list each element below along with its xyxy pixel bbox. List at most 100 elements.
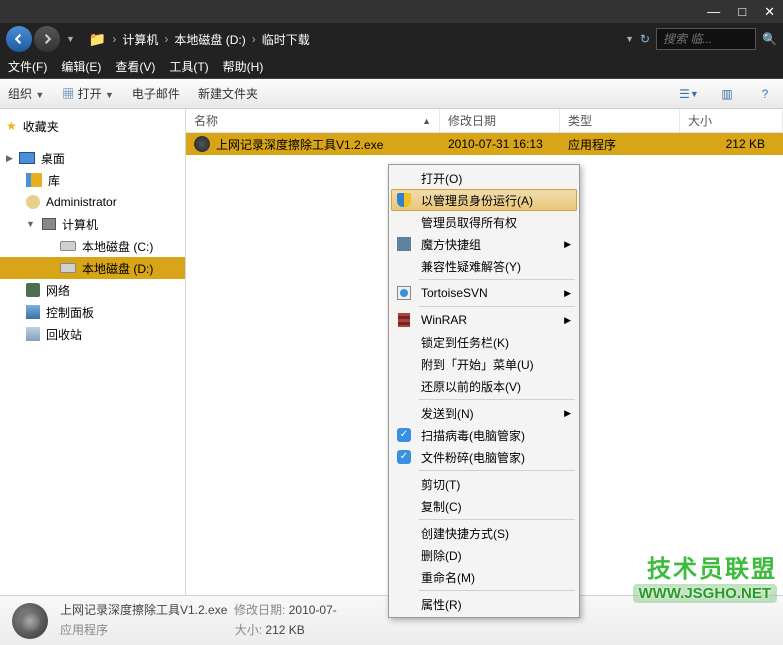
view-mode-icon[interactable]: ☰ ▼ [679,84,699,104]
context-item[interactable]: ✓扫描病毒(电脑管家) [391,424,577,446]
context-item[interactable]: 管理员取得所有权 [391,211,577,233]
tree-label: 计算机 [62,216,98,233]
organize-button[interactable]: 组织 ▼ [8,85,44,102]
context-separator [419,470,575,471]
context-item[interactable]: 复制(C) [391,495,577,517]
context-item-label: 文件粉碎(电脑管家) [421,449,525,466]
column-date[interactable]: 修改日期 [440,109,560,132]
tree-favorites[interactable]: ★ 收藏夹 [0,115,185,137]
context-item[interactable]: 还原以前的版本(V) [391,375,577,397]
context-item-label: 属性(R) [421,596,462,613]
minimize-button[interactable]: — [707,4,720,19]
context-item-label: WinRAR [421,313,467,327]
breadcrumb[interactable]: 📁 › 计算机 › 本地磁盘 (D:) › 临时下载 [81,31,623,48]
status-text: 上网记录深度擦除工具V1.2.exe 修改日期: 2010-07- 应用程序 大… [60,601,337,639]
preview-pane-icon[interactable]: ▥ [717,84,737,104]
context-item[interactable]: 重命名(M) [391,566,577,588]
file-row[interactable]: 上网记录深度擦除工具V1.2.exe 2010-07-31 16:13 应用程序… [186,133,783,155]
context-separator [419,399,575,400]
breadcrumb-segment[interactable]: 计算机 [122,31,158,48]
library-icon [26,173,42,187]
context-separator [419,590,575,591]
desktop-icon [19,152,35,164]
control-panel-icon [26,305,40,319]
tree-item[interactable]: 本地磁盘 (C:) [0,235,185,257]
context-item-label: 删除(D) [421,547,462,564]
context-item[interactable]: 剪切(T) [391,473,577,495]
recycle-bin-icon [26,327,40,341]
history-dropdown-icon[interactable]: ▼ [66,34,75,44]
qq-icon: ✓ [395,427,413,443]
context-item[interactable]: 打开(O) [391,167,577,189]
search-input[interactable] [656,28,756,50]
tree-item[interactable]: 回收站 [0,323,185,345]
newfolder-button[interactable]: 新建文件夹 [198,85,258,102]
search-icon[interactable]: 🔍 [762,32,777,46]
menu-bar: 文件(F) 编辑(E) 查看(V) 工具(T) 帮助(H) [0,55,783,79]
context-item-label: 管理员取得所有权 [421,214,517,231]
maximize-button[interactable]: □ [738,4,746,19]
network-icon [26,283,40,297]
column-type[interactable]: 类型 [560,109,680,132]
context-item[interactable]: 删除(D) [391,544,577,566]
refresh-icon[interactable]: ↻ [640,32,650,46]
context-item-label: 附到「开始」菜单(U) [421,356,534,373]
email-button[interactable]: 电子邮件 [132,85,180,102]
breadcrumb-dropdown-icon[interactable]: ▼ [625,34,634,44]
tree-label: 本地磁盘 (D:) [82,260,153,277]
sort-arrow-icon: ▲ [422,116,431,126]
blank-icon [395,378,413,394]
context-item[interactable]: WinRAR▶ [391,309,577,331]
status-file-icon [12,603,48,639]
toolbar: 组织 ▼ ▦ 打开 ▼ 电子邮件 新建文件夹 ☰ ▼ ▥ ? [0,79,783,109]
context-item[interactable]: 锁定到任务栏(K) [391,331,577,353]
context-item[interactable]: 魔方快捷组▶ [391,233,577,255]
tree-item[interactable]: ▶桌面 [0,147,185,169]
tree-label: 收藏夹 [23,118,59,135]
context-item[interactable]: 以管理员身份运行(A) [391,189,577,211]
context-item-label: 剪切(T) [421,476,460,493]
tree-item[interactable]: 控制面板 [0,301,185,323]
menu-tools[interactable]: 工具(T) [169,58,208,75]
svn-icon [395,285,413,301]
context-item[interactable]: TortoiseSVN▶ [391,282,577,304]
breadcrumb-segment[interactable]: 本地磁盘 (D:) [174,31,245,48]
tree-item[interactable]: Administrator [0,191,185,213]
open-button[interactable]: ▦ 打开 ▼ [62,85,114,102]
back-button[interactable] [6,26,32,52]
context-item-label: 发送到(N) [421,405,474,422]
column-name[interactable]: 名称▲ [186,109,440,132]
menu-view[interactable]: 查看(V) [115,58,155,75]
context-item[interactable]: ✓文件粉碎(电脑管家) [391,446,577,468]
menu-edit[interactable]: 编辑(E) [61,58,101,75]
column-size[interactable]: 大小 [680,109,783,132]
context-item[interactable]: 附到「开始」菜单(U) [391,353,577,375]
tree-item[interactable]: 库 [0,169,185,191]
blank-icon [395,596,413,612]
help-icon[interactable]: ? [755,84,775,104]
breadcrumb-segment[interactable]: 临时下载 [262,31,310,48]
blank-icon [395,547,413,563]
menu-file[interactable]: 文件(F) [8,58,47,75]
tree-label: 网络 [46,282,70,299]
tree-item[interactable]: 本地磁盘 (D:) [0,257,185,279]
context-separator [419,279,575,280]
tree-label: 本地磁盘 (C:) [82,238,153,255]
context-item-label: 锁定到任务栏(K) [421,334,509,351]
tree-item[interactable]: ▼计算机 [0,213,185,235]
context-item[interactable]: 属性(R) [391,593,577,615]
tree-label: 库 [48,172,60,189]
forward-button[interactable] [34,26,60,52]
tree-item[interactable]: 网络 [0,279,185,301]
context-separator [419,519,575,520]
menu-help[interactable]: 帮助(H) [223,58,264,75]
close-button[interactable]: ✕ [764,4,775,20]
context-item[interactable]: 兼容性疑难解答(Y) [391,255,577,277]
context-menu: 打开(O)以管理员身份运行(A) 管理员取得所有权魔方快捷组▶兼容性疑难解答(Y)… [388,164,580,618]
blank-icon [395,405,413,421]
rar-icon [395,312,413,328]
blank-icon [395,476,413,492]
navigation-tree: ★ 收藏夹 ▶桌面 库 Administrator ▼计算机 本地磁盘 (C:)… [0,109,186,595]
context-item[interactable]: 发送到(N)▶ [391,402,577,424]
context-item[interactable]: 创建快捷方式(S) [391,522,577,544]
